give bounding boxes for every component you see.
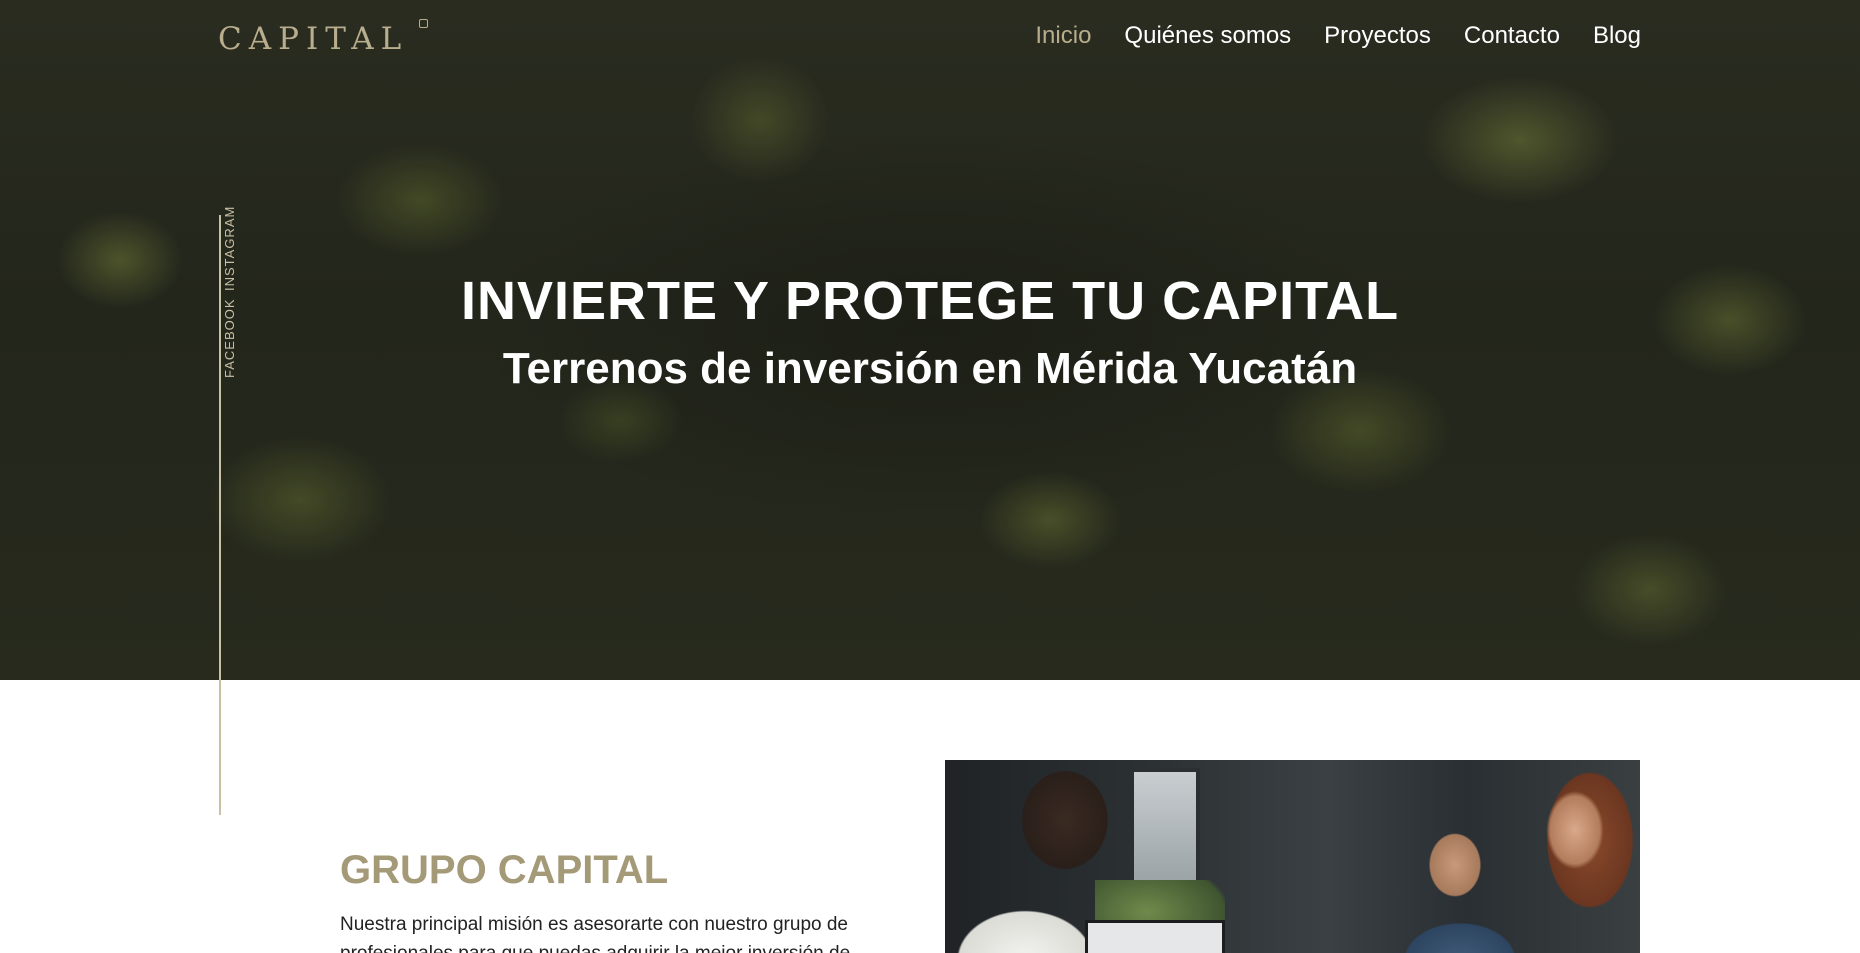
person-right [1505,760,1640,953]
nav-item-blog[interactable]: Blog [1593,20,1641,52]
nav-item-inicio[interactable]: Inicio [1035,20,1091,52]
nav-item-quienes-somos[interactable]: Quiénes somos [1124,20,1291,52]
facebook-link[interactable]: FACEBOOK [222,298,246,378]
nav-item-proyectos[interactable]: Proyectos [1324,20,1431,52]
team-meeting-image [945,760,1640,953]
nav-item-contacto[interactable]: Contacto [1464,20,1560,52]
social-divider-line [219,215,221,815]
logo-mark-icon: ▣ [419,19,428,28]
about-text: Nuestra principal misión es asesorarte c… [340,914,850,953]
main-nav: Inicio Quiénes somos Proyectos Contacto … [1035,20,1641,52]
capital-logo[interactable]: CAPITAL [218,22,433,56]
hero-subtitle: Terrenos de inversión en Mérida Yucatán [502,344,1358,393]
laptop [1085,920,1225,953]
hero-title: INVIERTE Y PROTEGE TU CAPITAL [460,271,1400,331]
about-heading: GRUPO CAPITAL [340,848,669,892]
hero-section [0,0,1860,680]
instagram-link[interactable]: INSTAGRAM [222,206,246,291]
